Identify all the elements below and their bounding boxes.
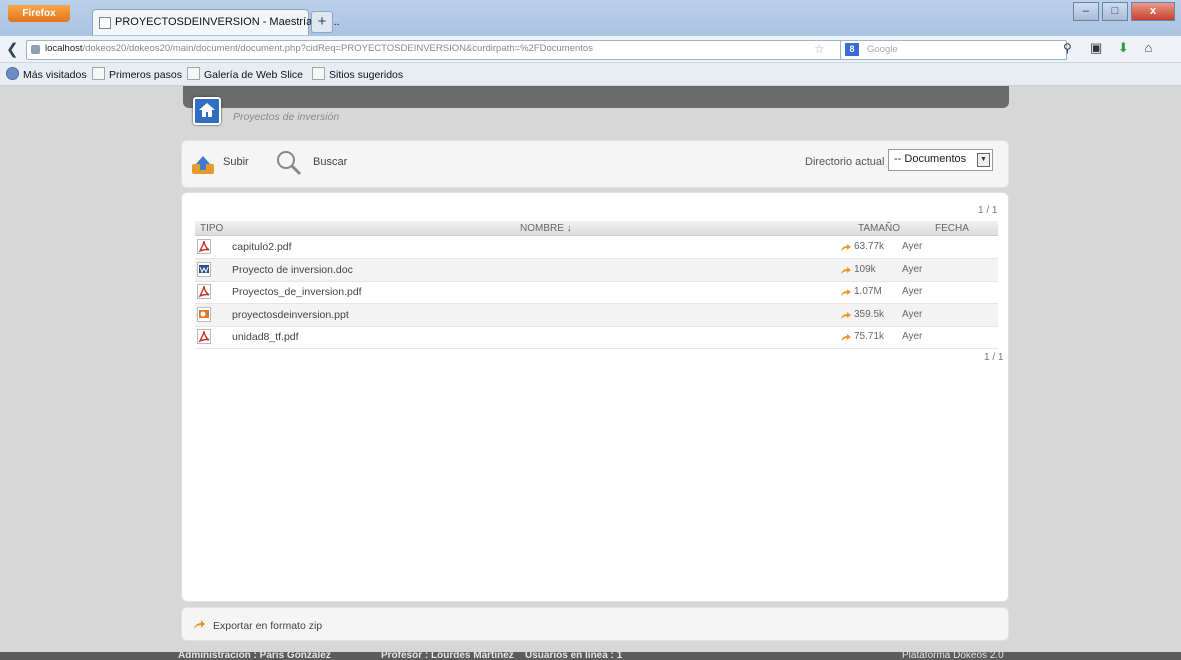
bookmarks-toolbar: Más visitados Primeros pasos Galería de … xyxy=(0,63,1181,86)
google-engine-icon[interactable]: 8 xyxy=(845,43,859,56)
download-arrow-icon[interactable] xyxy=(841,266,851,274)
course-home-icon[interactable] xyxy=(193,97,221,125)
current-directory-label: Directorio actual : xyxy=(805,156,891,168)
file-date: Ayer xyxy=(902,263,923,275)
file-name-link[interactable]: Proyectos_de_inversion.pdf xyxy=(232,286,362,298)
col-name[interactable]: NOMBRE ↓ xyxy=(520,223,572,234)
bookmark-page-icon xyxy=(92,67,105,80)
file-date: Ayer xyxy=(902,241,923,252)
file-name-link[interactable]: capitulo2.pdf xyxy=(232,241,292,253)
file-date: Ayer xyxy=(902,331,923,342)
table-header: TIPO NOMBRE ↓ TAMAÑO FECHA xyxy=(195,221,998,236)
footer-teacher[interactable]: Profesor : Lourdes Martinez xyxy=(381,652,514,660)
back-arrow-icon[interactable]: ❮ xyxy=(6,40,19,58)
browser-titlebar: Firefox PROYECTOSDEINVERSION - Maestría … xyxy=(0,0,1181,36)
window-controls: – □ x xyxy=(1072,2,1175,21)
pdf-file-icon[interactable] xyxy=(197,284,211,299)
table-row[interactable]: proyectosdeinversion.ppt 359.5k Ayer xyxy=(195,303,998,327)
col-size[interactable]: TAMAÑO xyxy=(858,223,900,234)
download-arrow-icon[interactable] xyxy=(841,311,851,319)
magnifier-icon[interactable]: ⚲ xyxy=(1063,41,1072,55)
upload-button[interactable]: Subir xyxy=(223,156,249,168)
url-path: /dokeos20/dokeos20/main/document/documen… xyxy=(82,43,593,54)
file-name-link[interactable]: unidad8_tf.pdf xyxy=(232,331,299,343)
pagination-top: 1 / 1 xyxy=(978,205,998,216)
search-bar[interactable]: 8 Google xyxy=(840,40,1067,60)
search-button[interactable]: Buscar xyxy=(313,156,347,168)
footer-platform: Plataforma Dokeos 2.0 xyxy=(902,652,1004,660)
file-date: Ayer xyxy=(902,308,923,320)
bookmark-web-slice[interactable]: Galería de Web Slice xyxy=(187,67,303,81)
breadcrumb[interactable]: Proyectos de inversión xyxy=(233,111,339,123)
home-page-icon[interactable]: ⌂ xyxy=(1144,40,1152,55)
file-name-link[interactable]: proyectosdeinversion.ppt xyxy=(232,309,349,321)
site-identity-icon[interactable] xyxy=(31,45,40,54)
firefox-menu-button[interactable]: Firefox xyxy=(8,5,70,22)
bookmark-page-icon xyxy=(187,67,200,80)
col-date[interactable]: FECHA xyxy=(935,223,969,234)
download-icon[interactable]: ⬇ xyxy=(1118,40,1129,55)
close-icon[interactable]: x xyxy=(1131,2,1175,21)
file-size: 63.77k xyxy=(854,241,885,252)
pagination-bottom: 1 / 1 xyxy=(984,352,1004,363)
table-row[interactable]: capitulo2.pdf 63.77k Ayer xyxy=(195,236,998,259)
upload-icon[interactable] xyxy=(191,155,215,175)
col-type[interactable]: TIPO xyxy=(200,223,223,234)
file-size: 75.71k xyxy=(854,331,885,342)
bookmark-suggested-sites[interactable]: Sitios sugeridos xyxy=(312,67,403,81)
footer-admin[interactable]: Administración : Paris Gonzalez xyxy=(178,652,331,660)
doc-file-icon[interactable] xyxy=(197,261,211,277)
bookmark-first-steps[interactable]: Primeros pasos xyxy=(92,67,182,81)
bookmarks-menu-icon[interactable]: ▣ xyxy=(1090,40,1102,55)
url-bar[interactable]: localhost/dokeos20/dokeos20/main/documen… xyxy=(26,40,925,60)
tab-title: PROYECTOSDEINVERSION - Maestría en ... xyxy=(115,16,340,28)
export-arrow-icon[interactable] xyxy=(193,620,205,630)
file-size: 109k xyxy=(854,263,876,275)
url-host: localhost xyxy=(45,43,83,54)
ppt-file-icon[interactable] xyxy=(197,306,211,322)
search-placeholder: Google xyxy=(867,44,898,55)
header-bar xyxy=(183,86,1009,108)
download-arrow-icon[interactable] xyxy=(841,333,851,341)
most-visited-icon xyxy=(6,67,19,80)
url-text: localhost/dokeos20/dokeos20/main/documen… xyxy=(45,43,593,54)
table-row[interactable]: unidad8_tf.pdf 75.71k Ayer xyxy=(195,326,998,349)
footer-online-users[interactable]: Usuarios en línea : 1 xyxy=(525,652,622,660)
file-size: 359.5k xyxy=(854,308,885,320)
download-arrow-icon[interactable] xyxy=(841,243,851,251)
table-row[interactable]: Proyecto de inversion.doc 109k Ayer xyxy=(195,258,998,282)
file-size: 1.07M xyxy=(854,286,882,297)
directory-select-value: -- Documentos xyxy=(894,153,967,165)
navigation-bar: ❮ localhost/dokeos20/dokeos20/main/docum… xyxy=(0,36,1181,63)
new-tab-button[interactable]: + xyxy=(311,11,333,33)
pdf-file-icon[interactable] xyxy=(197,239,211,254)
bookmark-star-icon[interactable]: ☆ xyxy=(814,42,825,56)
export-zip-link[interactable]: Exportar en formato zip xyxy=(213,620,322,632)
table-row[interactable]: Proyectos_de_inversion.pdf 1.07M Ayer xyxy=(195,281,998,304)
page-favicon-icon xyxy=(99,17,111,29)
minimize-icon[interactable]: – xyxy=(1072,2,1099,21)
file-date: Ayer xyxy=(902,286,923,297)
download-arrow-icon[interactable] xyxy=(841,288,851,296)
pdf-file-icon[interactable] xyxy=(197,329,211,344)
maximize-icon[interactable]: □ xyxy=(1101,2,1128,21)
search-icon[interactable] xyxy=(275,149,303,177)
bookmark-most-visited[interactable]: Más visitados xyxy=(6,67,87,81)
directory-select[interactable]: -- Documentos ▼ xyxy=(888,149,993,171)
file-name-link[interactable]: Proyecto de inversion.doc xyxy=(232,264,353,276)
nav-toolbar-icons: ▣ ⬇ ⌂ xyxy=(1090,40,1164,56)
bookmark-page-icon xyxy=(312,67,325,80)
chevron-down-icon[interactable]: ▼ xyxy=(977,153,990,167)
browser-tab[interactable]: PROYECTOSDEINVERSION - Maestría en ... xyxy=(92,9,340,35)
footer-bar: Administración : Paris Gonzalez Profesor… xyxy=(0,652,1181,660)
